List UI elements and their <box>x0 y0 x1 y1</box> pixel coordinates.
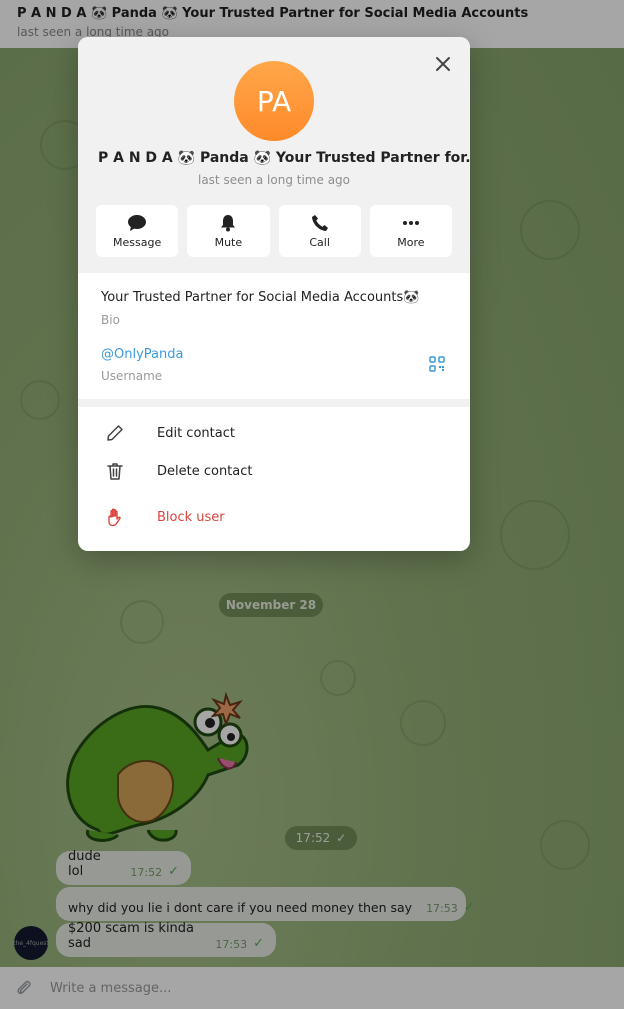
profile-modal: PA P A N D A 🐼 Panda 🐼 Your Trusted Part… <box>78 37 470 551</box>
avatar-initials: PA <box>256 84 292 118</box>
bell-icon <box>221 214 236 231</box>
edit-contact-item[interactable]: Edit contact <box>78 416 470 450</box>
call-button-label: Call <box>309 235 330 249</box>
more-button[interactable]: More <box>369 205 452 257</box>
hand-stop-icon <box>108 508 121 527</box>
section-divider <box>78 399 470 407</box>
chat-bubble-icon <box>128 214 147 231</box>
username-link[interactable]: @OnlyPanda <box>101 347 183 362</box>
username-label: Username <box>101 369 163 383</box>
edit-contact-label: Edit contact <box>157 425 235 441</box>
pencil-icon <box>107 425 123 441</box>
mute-button-label: Mute <box>214 235 243 249</box>
trash-icon <box>107 463 123 480</box>
call-button[interactable]: Call <box>278 205 361 257</box>
more-button-label: More <box>397 235 425 249</box>
message-button-label: Message <box>113 235 162 249</box>
profile-name: P A N D A 🐼 Panda 🐼 Your Trusted Partner… <box>98 150 470 166</box>
profile-actions: Message Mute Call More <box>96 205 452 257</box>
delete-contact-label: Delete contact <box>157 463 253 479</box>
delete-contact-item[interactable]: Delete contact <box>78 454 470 488</box>
block-user-item[interactable]: Block user <box>78 500 470 534</box>
mute-button[interactable]: Mute <box>187 205 270 257</box>
more-dots-icon <box>402 220 419 225</box>
profile-status: last seen a long time ago <box>197 173 350 187</box>
block-user-label: Block user <box>157 509 225 525</box>
close-icon[interactable] <box>432 53 454 75</box>
profile-avatar[interactable]: PA <box>234 61 314 141</box>
profile-info: Your Trusted Partner for Social Media Ac… <box>78 273 470 399</box>
qr-code-icon[interactable] <box>429 356 445 372</box>
message-button[interactable]: Message <box>96 205 179 257</box>
bio-label: Bio <box>101 313 120 327</box>
phone-icon <box>311 214 328 231</box>
bio-text: Your Trusted Partner for Social Media Ac… <box>101 290 420 305</box>
